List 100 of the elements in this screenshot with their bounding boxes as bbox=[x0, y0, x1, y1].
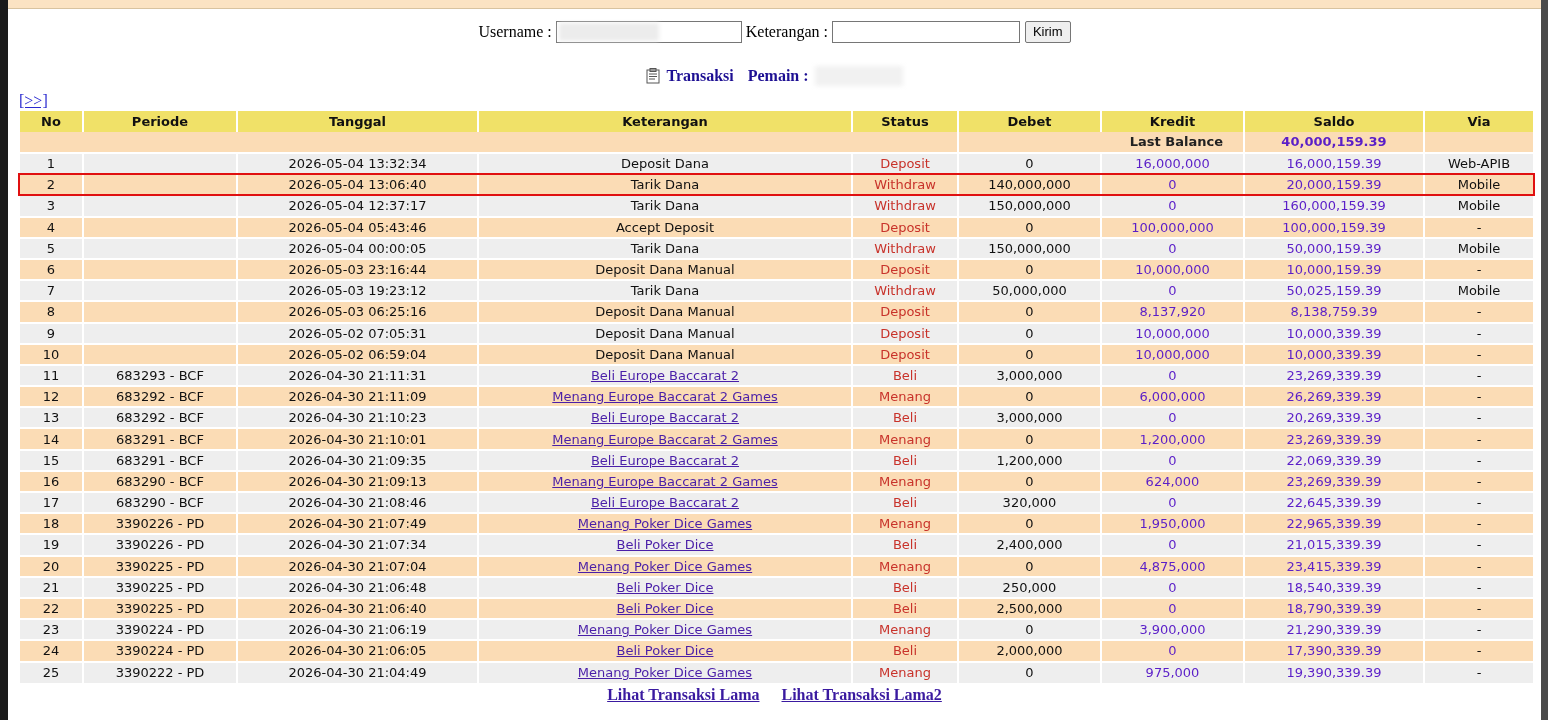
column-header: Status bbox=[852, 111, 958, 132]
table-cell: 1 bbox=[19, 153, 83, 175]
next-link[interactable]: [>>] bbox=[19, 92, 48, 109]
table-cell: 10,000,159.39 bbox=[1244, 258, 1424, 281]
table-cell: 20,269,339.39 bbox=[1244, 407, 1424, 429]
table-cell: Deposit bbox=[852, 301, 958, 323]
table-cell: 0 bbox=[958, 470, 1101, 492]
table-cell: 2026-05-04 13:06:40 bbox=[237, 174, 478, 196]
table-cell: 10,000,000 bbox=[1101, 343, 1244, 365]
table-cell: 2026-04-30 21:04:49 bbox=[237, 661, 478, 683]
table-cell: 21,290,339.39 bbox=[1244, 619, 1424, 641]
history-link[interactable]: Lihat Transaksi Lama bbox=[607, 682, 760, 707]
table-cell: 10,000,000 bbox=[1101, 322, 1244, 344]
table-cell: 19 bbox=[19, 534, 83, 556]
table-cell: 24 bbox=[19, 640, 83, 662]
table-cell: 683290 - BCF bbox=[83, 470, 237, 492]
table-cell: Deposit Dana Manual bbox=[478, 258, 852, 281]
keterangan-field[interactable] bbox=[831, 21, 1020, 43]
submit-button[interactable]: Kirim bbox=[1024, 21, 1071, 43]
table-cell: Beli bbox=[852, 597, 958, 620]
table-cell: - bbox=[1424, 364, 1534, 387]
table-cell: 100,000,159.39 bbox=[1244, 216, 1424, 238]
table-cell: 10,000,339.39 bbox=[1244, 322, 1424, 344]
table-cell: Deposit Dana Manual bbox=[478, 301, 852, 323]
table-cell: 23,269,339.39 bbox=[1244, 470, 1424, 492]
table-cell: 3390225 - PD bbox=[83, 555, 237, 577]
table-cell: Accept Deposit bbox=[478, 216, 852, 238]
table-cell: 9 bbox=[19, 322, 83, 344]
table-cell: Beli bbox=[852, 364, 958, 387]
table-cell: 0 bbox=[1101, 576, 1244, 598]
table-cell: 5 bbox=[19, 237, 83, 259]
table-cell: 12 bbox=[19, 386, 83, 408]
table-cell: 3390225 - PD bbox=[83, 576, 237, 598]
table-cell: 2026-04-30 21:10:23 bbox=[237, 407, 478, 429]
table-cell: 2026-05-02 07:05:31 bbox=[237, 322, 478, 344]
table-cell: 2026-04-30 21:08:46 bbox=[237, 492, 478, 514]
table-cell: Tarik Dana bbox=[478, 280, 852, 302]
table-cell: 20,000,159.39 bbox=[1244, 174, 1424, 196]
table-cell: Menang bbox=[852, 555, 958, 577]
table-cell: 683291 - BCF bbox=[83, 428, 237, 450]
table-cell: Deposit bbox=[852, 343, 958, 365]
column-header: Periode bbox=[83, 111, 237, 132]
table-cell: 16,000,159.39 bbox=[1244, 153, 1424, 175]
table-cell: Deposit bbox=[852, 216, 958, 238]
table-cell: Menang bbox=[852, 428, 958, 450]
table-cell: Beli bbox=[852, 576, 958, 598]
table-cell: 0 bbox=[958, 258, 1101, 281]
history-link[interactable]: Lihat Transaksi Lama2 bbox=[781, 682, 942, 707]
table-cell: 0 bbox=[958, 343, 1101, 365]
table-cell: 975,000 bbox=[1101, 661, 1244, 683]
table-cell: Deposit Dana Manual bbox=[478, 343, 852, 365]
table-cell: 1,200,000 bbox=[1101, 428, 1244, 450]
table-cell: 2026-04-30 21:07:04 bbox=[237, 555, 478, 577]
table-cell: Withdraw bbox=[852, 174, 958, 196]
table-cell: 23,415,339.39 bbox=[1244, 555, 1424, 577]
table-cell: 2026-04-30 21:07:49 bbox=[237, 513, 478, 535]
table-cell: 10,000,000 bbox=[1101, 258, 1244, 281]
table-cell: 13 bbox=[19, 407, 83, 429]
field-label: Keterangan : bbox=[745, 22, 828, 43]
table-cell: 2026-04-30 21:09:35 bbox=[237, 449, 478, 471]
table-cell: 683293 - BCF bbox=[83, 364, 237, 387]
table-cell: Menang bbox=[852, 470, 958, 492]
table-cell: 2026-05-04 05:43:46 bbox=[237, 216, 478, 238]
column-header: Kredit bbox=[1101, 111, 1244, 132]
transaction-link[interactable]: Beli Poker Dice bbox=[616, 537, 714, 553]
table-cell: Mobile bbox=[1424, 237, 1534, 259]
username-field[interactable] bbox=[555, 21, 742, 43]
table-cell: Withdraw bbox=[852, 237, 958, 259]
table-cell: Tarik Dana bbox=[478, 195, 852, 217]
table-cell: 22 bbox=[19, 597, 83, 620]
table-cell: Beli bbox=[852, 640, 958, 662]
table-cell: 4 bbox=[19, 216, 83, 238]
table-cell: 10,000,339.39 bbox=[1244, 343, 1424, 365]
transaction-link[interactable]: Beli Poker Dice bbox=[616, 643, 714, 659]
field-label: Username : bbox=[478, 22, 552, 42]
table-cell: 18 bbox=[19, 513, 83, 535]
table-cell: 160,000,159.39 bbox=[1244, 195, 1424, 217]
table-cell: - bbox=[1424, 640, 1534, 662]
table-cell: - bbox=[1424, 555, 1534, 577]
table-cell: 2026-04-30 21:11:31 bbox=[237, 364, 478, 387]
table-cell: 2026-04-30 21:06:48 bbox=[237, 576, 478, 598]
table-cell: Deposit bbox=[852, 322, 958, 344]
table-cell: Beli bbox=[852, 449, 958, 471]
table-cell: 3 bbox=[19, 195, 83, 217]
table-cell: 140,000,000 bbox=[958, 174, 1101, 196]
transaction-link[interactable]: Beli Poker Dice bbox=[616, 601, 714, 617]
table-cell: 2026-04-30 21:06:19 bbox=[237, 619, 478, 641]
table-cell: 0 bbox=[958, 301, 1101, 323]
table-cell: 0 bbox=[1101, 449, 1244, 471]
table-cell: Menang bbox=[852, 661, 958, 683]
table-cell: 624,000 bbox=[1101, 470, 1244, 492]
table-cell: 22,645,339.39 bbox=[1244, 492, 1424, 514]
table-cell: 17,390,339.39 bbox=[1244, 640, 1424, 662]
column-header: No bbox=[19, 111, 83, 132]
transaction-link[interactable]: Beli Poker Dice bbox=[616, 579, 714, 595]
table-cell: 2,500,000 bbox=[958, 597, 1101, 620]
table-cell: - bbox=[1424, 216, 1534, 238]
table-cell: 0 bbox=[1101, 597, 1244, 620]
table-cell: 2026-04-30 21:11:09 bbox=[237, 386, 478, 408]
table-cell: 2 bbox=[19, 174, 83, 196]
